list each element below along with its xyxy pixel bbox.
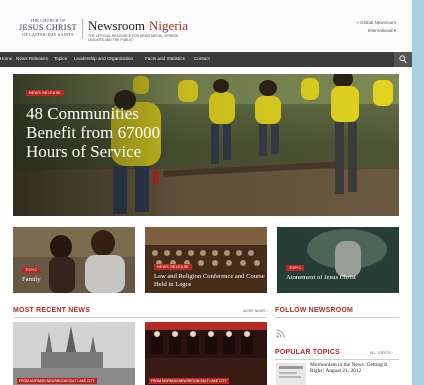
international-dropdown[interactable]: International ▾ <box>368 28 396 34</box>
nav-item-contact[interactable]: Contact <box>194 56 210 61</box>
global-newsroom-link[interactable]: < Global Newsroom <box>356 20 396 25</box>
card-atonement[interactable]: TOPIC Atonement of Jesus Christ <box>277 227 399 293</box>
follow-rule <box>275 317 399 318</box>
card-family[interactable]: TOPIC Family <box>13 227 135 293</box>
news-item-temple-caption: FROM MORMON NEWSROOM SALT LAKE CITY <box>17 378 97 384</box>
rss-icon[interactable] <box>276 329 285 338</box>
all-topics-link[interactable]: ALL TOPICS › <box>370 351 393 355</box>
newsroom-subtitle: THE OFFICIAL RESOURCE FOR NEWS MEDIA, OP… <box>88 34 179 42</box>
search-button[interactable] <box>394 52 412 67</box>
follow-newsroom-heading: FOLLOW NEWSROOM <box>275 307 354 314</box>
search-icon <box>399 55 407 64</box>
newsroom-label: Newsroom <box>88 18 146 33</box>
site-header: THE CHURCH OF JESUS CHRIST OF LATTER-DAY… <box>0 0 412 50</box>
popular-item-thumbnail[interactable] <box>276 363 306 385</box>
hero-title[interactable]: 48 Communities Benefit from 67000 Hours … <box>26 104 186 161</box>
card-atonement-badge: TOPIC <box>286 265 305 271</box>
nav-item-facts[interactable]: Facts and Statistics <box>145 56 185 61</box>
card-conference-badge: NEWS RELEASE <box>154 264 192 270</box>
card-atonement-title[interactable]: Atonement of Jesus Christ <box>286 274 356 282</box>
card-conference-title[interactable]: Law and Religion Conference and Course H… <box>154 273 267 288</box>
news-item-choir-caption: FROM MORMON NEWSROOM SALT LAKE CITY <box>149 378 229 384</box>
card-law-conference[interactable]: NEWS RELEASE Law and Religion Conference… <box>145 227 267 293</box>
news-item-choir[interactable]: FROM MORMON NEWSROOM SALT LAKE CITY <box>145 322 267 385</box>
temple-photo <box>13 322 135 385</box>
popular-thumb-image <box>276 363 306 385</box>
nav-item-topics[interactable]: Topics <box>54 56 67 61</box>
hero-badge: NEWS RELEASE <box>26 90 64 96</box>
main-nav: Home News Releases Topics Leadership and… <box>0 52 412 67</box>
logo-bottom-text: OF LATTER-DAY SAINTS <box>22 32 74 37</box>
newsroom-title[interactable]: Newsroom Nigeria <box>88 18 188 34</box>
news-item-temple[interactable]: FROM MORMON NEWSROOM SALT LAKE CITY <box>13 322 135 385</box>
choir-photo <box>145 322 267 385</box>
nav-item-leadership[interactable]: Leadership and Organization <box>74 56 133 61</box>
nav-item-home[interactable]: Home <box>0 56 12 61</box>
more-news-link[interactable]: MORE NEWS › <box>243 309 268 313</box>
newsroom-page: THE CHURCH OF JESUS CHRIST OF LATTER-DAY… <box>0 0 412 385</box>
country-label: Nigeria <box>149 18 189 33</box>
card-atonement-painting <box>277 227 399 293</box>
logo-main-text: JESUS CHRIST <box>19 23 77 32</box>
nav-item-news-releases[interactable]: News Releases <box>16 56 48 61</box>
most-recent-news-heading: MOST RECENT NEWS <box>13 307 91 314</box>
popular-rule <box>275 359 399 360</box>
card-family-title[interactable]: Family <box>22 276 41 284</box>
popular-topics-heading: POPULAR TOPICS <box>275 349 340 356</box>
church-logo[interactable]: THE CHURCH OF JESUS CHRIST OF LATTER-DAY… <box>18 18 78 37</box>
popular-item-title[interactable]: Mormonism in the News: Getting It Right … <box>310 362 400 375</box>
card-family-badge: TOPIC <box>22 267 41 273</box>
most-recent-rule <box>13 317 267 318</box>
logo-divider <box>82 19 83 39</box>
hero-feature[interactable]: NEWS RELEASE 48 Communities Benefit from… <box>13 74 399 216</box>
